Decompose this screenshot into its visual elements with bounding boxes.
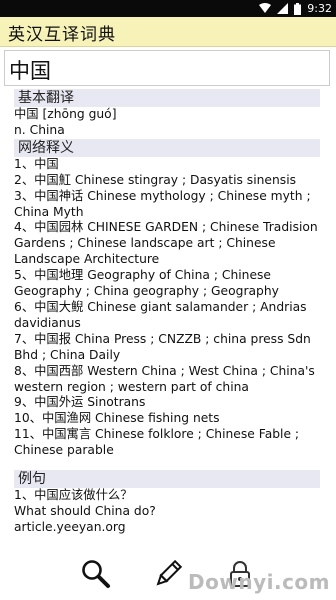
- web-definitions: 1、中国 2、中国魟 Chinese stingray ; Dasyatis s…: [14, 157, 320, 459]
- basic-translation-header: 基本翻译: [14, 89, 320, 107]
- app-title: 英汉互译词典: [8, 25, 116, 45]
- web-definitions-header: 网络释义: [14, 138, 320, 157]
- web-definition-item: 11、中国寓言 Chinese folklore ; Chinese Fable…: [14, 427, 300, 458]
- result-content[interactable]: 基本翻译 中国 [zhōng guó] n. China 网络释义 1、中国 2…: [14, 89, 320, 553]
- web-definition-item: 7、中国报 China Press ; CNZZB ; china press …: [14, 331, 311, 362]
- web-definition-item: 3、中国神话 Chinese mythology ; Chinese myth …: [14, 188, 311, 219]
- search-button[interactable]: [80, 558, 114, 592]
- bottom-toolbar: Downyi.com: [0, 556, 336, 600]
- watermark: Downyi.com: [188, 570, 330, 594]
- examples-header: 例句: [14, 470, 320, 489]
- pencil-icon: [156, 559, 183, 586]
- signal-icon: [277, 3, 289, 14]
- search-input[interactable]: 中国: [4, 50, 330, 86]
- example-sentence: 1、中国应该做什么？ What should China do? article…: [14, 488, 320, 536]
- example-chinese: 1、中国应该做什么？: [14, 488, 133, 503]
- meaning-line: n. China: [14, 122, 65, 137]
- example-english: What should China do?: [14, 503, 156, 518]
- edit-button[interactable]: [152, 558, 186, 592]
- pinyin-line: 中国 [zhōng guó]: [14, 107, 117, 121]
- basic-translation: 中国 [zhōng guó] n. China: [14, 107, 320, 139]
- app-bar: 英汉互译词典: [0, 17, 336, 47]
- wifi-icon: [259, 3, 272, 13]
- battery-icon: [294, 2, 302, 15]
- search-icon: [82, 560, 110, 588]
- search-input-value: 中国: [9, 59, 51, 83]
- status-time: 9:32: [307, 2, 332, 15]
- web-definition-item: 2、中国魟 Chinese stingray ; Dasyatis sinens…: [14, 172, 297, 187]
- web-definition-item: 8、中国西部 Western China ; West China ; Chin…: [14, 363, 315, 394]
- status-right: 9:32: [259, 2, 332, 15]
- web-definition-item: 6、中国大鲵 Chinese giant salamander ; Andria…: [14, 299, 307, 330]
- web-definition-item: 9、中国外运 Sinotrans: [14, 395, 146, 410]
- web-definition-item: 4、中国园林 CHINESE GARDEN ; Chinese Tradisio…: [14, 220, 318, 267]
- status-bar: 9:32: [0, 0, 336, 17]
- web-definition-item: 1、中国: [14, 156, 59, 171]
- web-definition-item: 5、中国地理 Geography of China ; Chinese Geog…: [14, 268, 279, 299]
- example-source: article.yeeyan.org: [14, 519, 126, 534]
- web-definition-item: 10、中国渔网 Chinese fishing nets: [14, 411, 220, 426]
